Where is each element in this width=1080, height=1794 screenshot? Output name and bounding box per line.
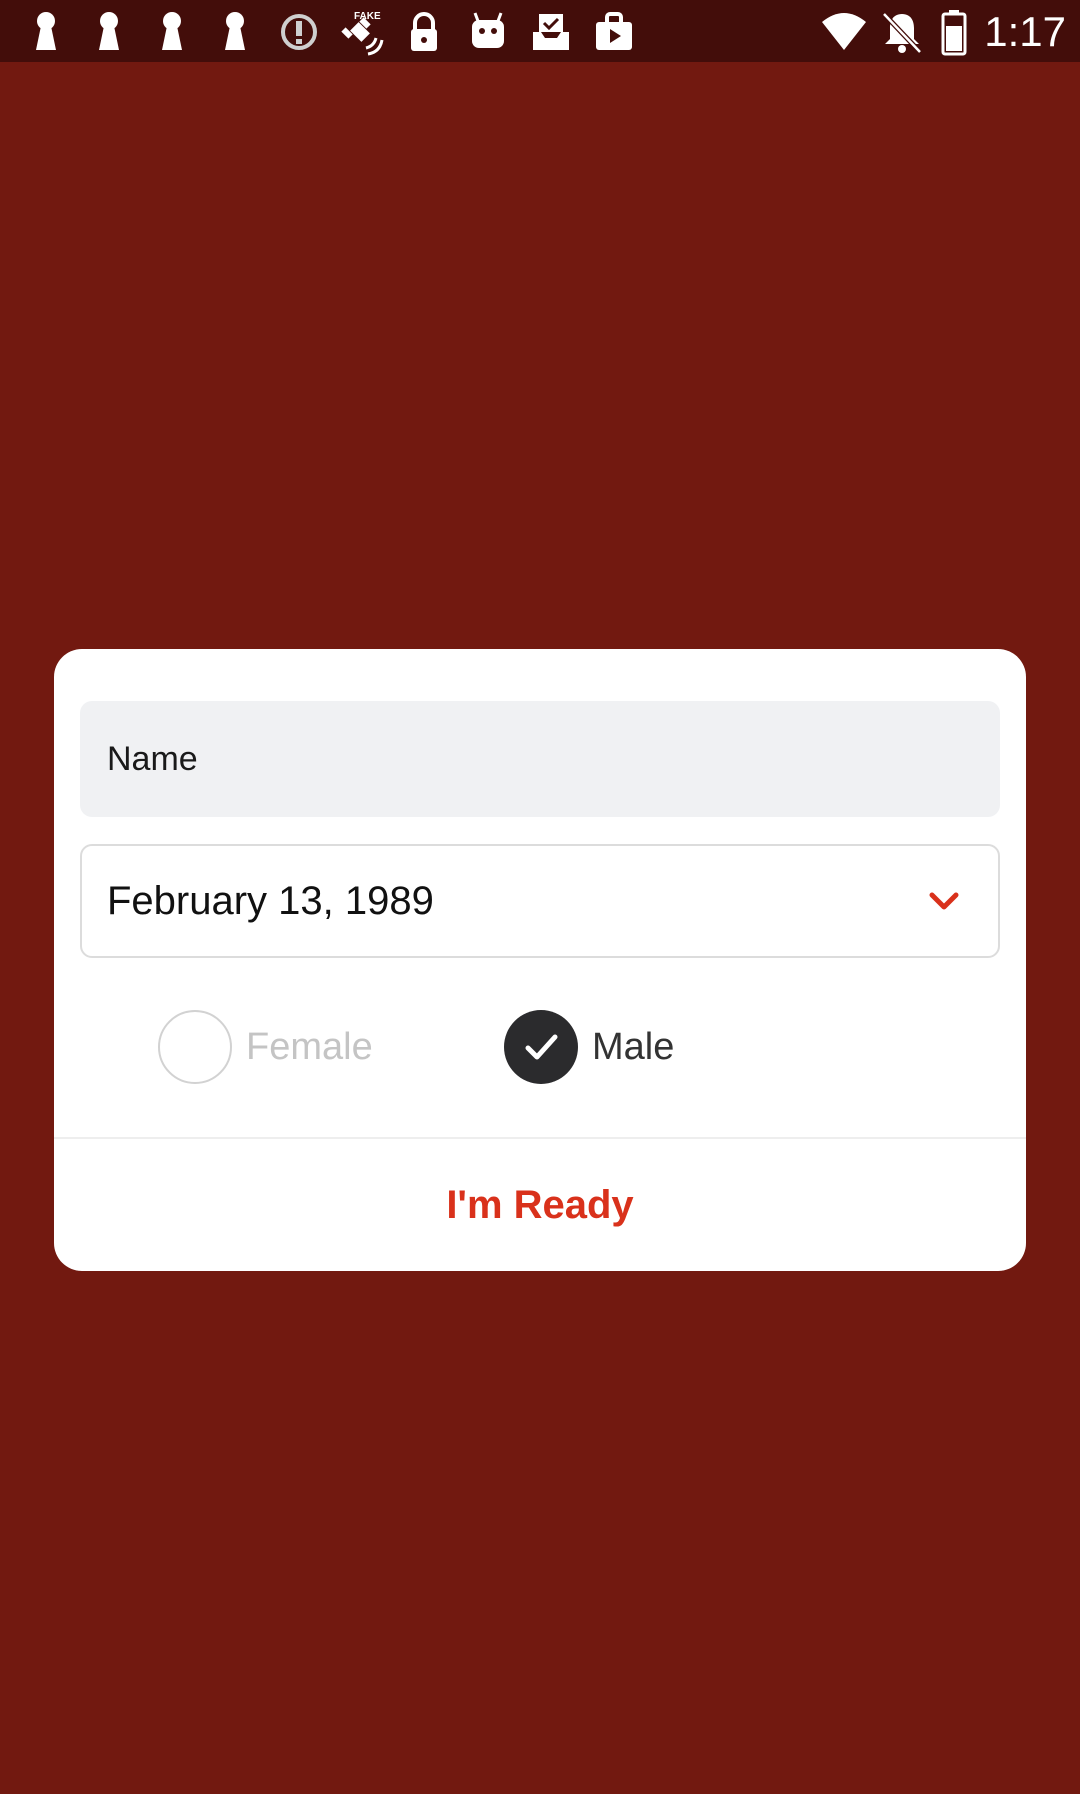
profile-dialog: February 13, 1989 Female Male I'm Ready (54, 649, 1026, 1271)
status-time: 1:17 (984, 8, 1066, 55)
notifications-off-icon (882, 12, 922, 54)
name-input[interactable] (80, 701, 1000, 817)
android-icon (472, 12, 504, 48)
birthdate-value: February 13, 1989 (107, 879, 434, 923)
birthdate-select[interactable]: February 13, 1989 (80, 844, 1000, 958)
alert-circle-icon (281, 14, 317, 50)
gender-option-female[interactable]: Female (158, 1010, 398, 1084)
battery-icon (941, 10, 967, 56)
keyhole-icon (99, 12, 119, 50)
female-radio[interactable] (158, 1010, 232, 1084)
svg-text:FAKE: FAKE (354, 11, 381, 22)
chevron-down-icon (929, 892, 959, 910)
gender-option-male[interactable]: Male (504, 1010, 704, 1084)
male-radio[interactable] (504, 1010, 578, 1084)
lock-icon (411, 12, 437, 51)
im-ready-button[interactable]: I'm Ready (54, 1139, 1026, 1271)
wifi-icon (822, 13, 866, 50)
keyhole-icon (225, 12, 245, 50)
female-label: Female (246, 1026, 373, 1068)
inbox-check-icon (533, 14, 569, 50)
checkmark-icon (525, 1034, 558, 1060)
play-store-icon (596, 12, 632, 50)
fake-gps-satellite-icon: FAKE (341, 11, 384, 56)
keyhole-icon (36, 12, 56, 50)
status-bar: FAKE 1:17 (0, 0, 1080, 62)
male-label: Male (592, 1026, 675, 1068)
keyhole-icon (162, 12, 182, 50)
